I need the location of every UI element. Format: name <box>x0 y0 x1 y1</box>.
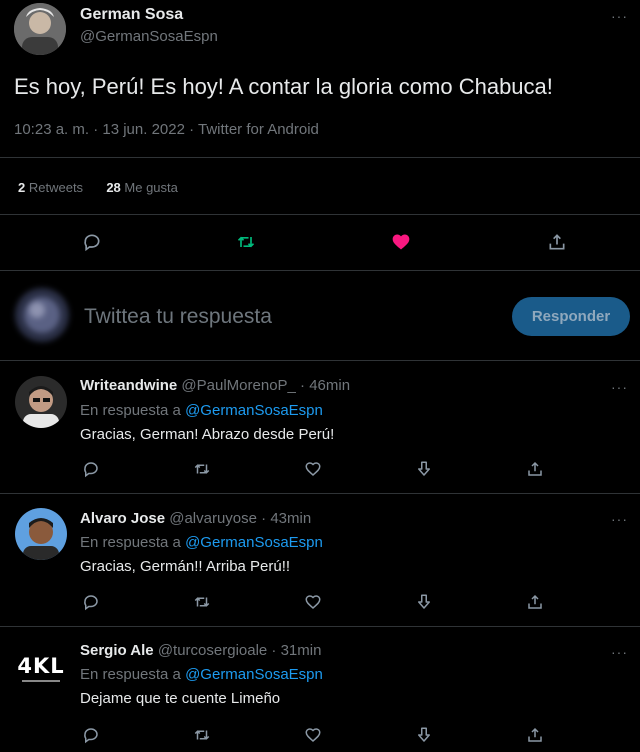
reply-to-label: En respuesta a <box>80 534 181 551</box>
divider <box>0 360 640 361</box>
share-button[interactable] <box>542 227 572 257</box>
divider <box>0 157 640 158</box>
downvote-button[interactable] <box>409 720 439 750</box>
more-options-button[interactable]: ··· <box>611 8 628 24</box>
share-icon <box>549 234 565 250</box>
author-name[interactable]: German Sosa <box>80 6 183 24</box>
like-button[interactable] <box>298 720 328 750</box>
reply-to-handle[interactable]: @GermanSosaEspn <box>185 402 323 419</box>
retweet-icon <box>194 730 210 740</box>
retweets-label[interactable]: Retweets <box>29 180 83 195</box>
downvote-button[interactable] <box>409 587 439 617</box>
share-icon <box>528 461 542 476</box>
reply-submit-button[interactable]: Responder <box>512 297 630 336</box>
logo-tagline-mark <box>22 680 60 682</box>
reply-button[interactable] <box>76 587 106 617</box>
more-options-button[interactable]: ··· <box>611 644 628 660</box>
user-avatar[interactable] <box>15 288 69 342</box>
heart-icon <box>305 595 321 610</box>
share-icon <box>528 727 542 742</box>
retweet-icon <box>237 236 255 248</box>
retweet-button[interactable] <box>187 454 217 484</box>
divider <box>0 270 640 271</box>
reply-avatar[interactable] <box>15 376 67 428</box>
reply-to-label: En respuesta a <box>80 402 181 419</box>
reply-to-handle[interactable]: @GermanSosaEspn <box>185 534 323 551</box>
retweet-button[interactable] <box>187 720 217 750</box>
tweet-meta: 10:23 a. m. · 13 jun. 2022 · Twitter for… <box>14 121 319 138</box>
retweet-button[interactable] <box>231 227 261 257</box>
reply-to-handle[interactable]: @GermanSosaEspn <box>185 666 323 683</box>
more-options-button[interactable]: ··· <box>611 379 628 395</box>
author-avatar[interactable] <box>14 3 66 55</box>
like-button[interactable] <box>298 454 328 484</box>
reply-icon <box>84 462 98 478</box>
reply-author-handle-time[interactable]: @turcosergioale · 31min <box>158 642 322 659</box>
reply-text: Gracias, German! Abrazo desde Perú! <box>80 426 335 443</box>
logo-text: 4KL <box>17 654 65 678</box>
reply-avatar-logo[interactable]: 4KL <box>15 642 67 694</box>
reply-button[interactable] <box>76 454 106 484</box>
retweet-icon <box>194 464 210 474</box>
tweet-text: Es hoy, Perú! Es hoy! A contar la gloria… <box>14 74 553 99</box>
heart-filled-icon <box>392 234 410 250</box>
retweet-button[interactable] <box>187 587 217 617</box>
retweet-icon <box>194 597 210 607</box>
tweet-stats: 2 Retweets 28 Me gusta <box>18 180 178 195</box>
reply-icon <box>84 728 98 744</box>
reply-text: Dejame que te cuente Limeño <box>80 690 281 707</box>
reply-author-handle-time[interactable]: @alvaruyose · 43min <box>169 510 311 527</box>
reply-author-name[interactable]: Writeandwine <box>80 377 177 394</box>
heart-icon <box>305 728 321 743</box>
reply-to-label: En respuesta a <box>80 666 181 683</box>
downvote-button[interactable] <box>409 454 439 484</box>
reply-button[interactable] <box>76 720 106 750</box>
reply-text: Gracias, Germán!! Arriba Perú!! <box>80 558 291 575</box>
share-icon <box>528 594 542 609</box>
arrow-down-icon <box>418 461 430 476</box>
reply-avatar[interactable] <box>15 508 67 560</box>
reply-author-name[interactable]: Sergio Ale <box>80 642 154 659</box>
more-options-button[interactable]: ··· <box>611 511 628 527</box>
reply-button[interactable] <box>77 227 107 257</box>
like-button[interactable] <box>386 227 416 257</box>
reply-compose-input[interactable]: Twittea tu respuesta <box>84 305 272 329</box>
divider <box>0 493 640 494</box>
arrow-down-icon <box>418 594 430 609</box>
reply-author-handle-time[interactable]: @PaulMorenoP_ · 46min <box>181 377 350 394</box>
likes-count[interactable]: 28 <box>106 180 120 195</box>
reply-icon <box>84 234 100 252</box>
arrow-down-icon <box>418 727 430 742</box>
heart-icon <box>305 462 321 477</box>
retweets-count[interactable]: 2 <box>18 180 25 195</box>
reply-author-name[interactable]: Alvaro Jose <box>80 510 165 527</box>
divider <box>0 626 640 627</box>
divider <box>0 214 640 215</box>
like-button[interactable] <box>298 587 328 617</box>
author-handle[interactable]: @GermanSosaEspn <box>80 28 218 45</box>
share-button[interactable] <box>520 454 550 484</box>
share-button[interactable] <box>520 587 550 617</box>
likes-label[interactable]: Me gusta <box>124 180 177 195</box>
share-button[interactable] <box>520 720 550 750</box>
reply-icon <box>84 595 98 611</box>
